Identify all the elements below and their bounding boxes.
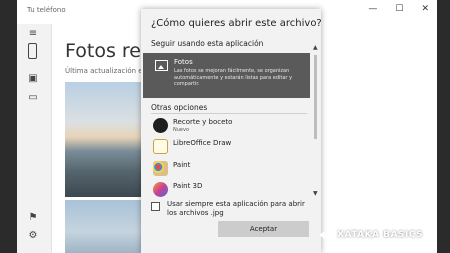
maximize-button[interactable]: ☐ [395,4,403,14]
messages-nav-icon[interactable]: ▭ [26,91,40,105]
other-options-heading: Otras opciones [151,103,208,112]
feedback-icon[interactable]: ⚑ [26,211,40,225]
xataka-basics-watermark: XATAKA BASICS [319,230,423,240]
selected-app-photos[interactable]: Fotos Las fotos se mejoran fácilmente, s… [143,53,310,98]
selected-app-name: Fotos [174,58,193,66]
app-option-paint-3d[interactable]: Paint 3D [151,180,306,200]
close-button[interactable]: ✕ [421,4,429,14]
app-option-libreoffice-draw[interactable]: LibreOffice Draw [151,137,306,157]
app-option-badge: Nuevo [173,127,190,133]
settings-gear-icon[interactable]: ⚙ [26,229,40,243]
app-option-snip-sketch[interactable]: Recorte y boceto Nuevo [151,116,306,136]
app-option-label: Recorte y boceto [173,118,233,126]
always-use-label: Usar siempre esta aplicación para abrir … [167,200,305,217]
app-option-label: LibreOffice Draw [173,139,232,147]
selected-app-description: Las fotos se mejoran fácilmente, se orga… [174,68,293,87]
navigation-rail: ≡ ▣ ▭ ⚑ ⚙ [17,24,52,253]
always-use-checkbox[interactable] [151,202,160,211]
photos-nav-icon[interactable]: ▣ [26,72,40,86]
app-option-label: Paint 3D [173,182,203,190]
paint-icon [153,161,168,176]
keep-using-heading: Seguir usando esta aplicación [151,39,264,48]
dialog-title: ¿Cómo quieres abrir este archivo? [151,18,322,29]
scroll-up-arrow-icon[interactable]: ▲ [313,45,318,51]
libreoffice-draw-icon [153,139,168,154]
snip-sketch-icon [153,118,168,133]
divider [151,113,307,114]
scroll-down-arrow-icon[interactable]: ▼ [313,191,318,197]
window-controls: — ☐ ✕ [368,4,429,14]
minimize-button[interactable]: — [368,4,377,14]
watermark-text: XATAKA BASICS [337,230,424,240]
photo-thumbnail[interactable] [65,82,141,197]
photo-thumbnail[interactable] [65,200,141,253]
app-title: Tu teléfono [27,6,66,14]
photos-icon [155,60,168,71]
xataka-logo-icon [319,230,333,240]
app-option-label: Paint [173,161,191,169]
scrollbar[interactable]: ▲ ▼ [313,45,318,197]
accept-button[interactable]: Aceptar [218,221,309,237]
app-option-paint[interactable]: Paint [151,159,306,179]
open-with-dialog: ¿Cómo quieres abrir este archivo? Seguir… [141,9,322,253]
paint3d-icon [153,182,168,197]
phone-icon[interactable] [28,43,37,59]
scroll-thumb[interactable] [314,55,317,139]
hamburger-menu-icon[interactable]: ≡ [26,27,40,41]
